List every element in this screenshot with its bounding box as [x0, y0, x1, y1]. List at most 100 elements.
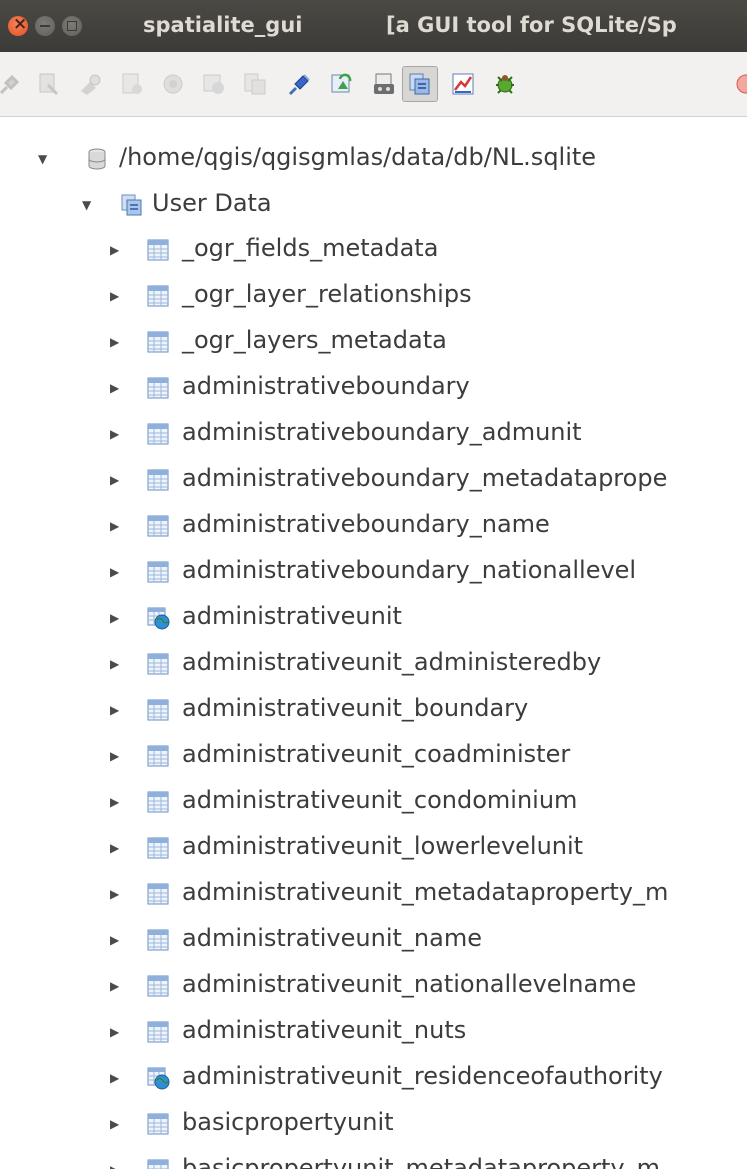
minimize-window-button[interactable] — [35, 16, 55, 36]
tree-item-label: _ogr_fields_metadata — [182, 234, 439, 262]
tree-item-label: _ogr_layers_metadata — [182, 326, 447, 354]
collapse-arrow-icon[interactable]: ▶ — [110, 290, 122, 302]
tree-item[interactable]: ▶ _ogr_layer_relationships — [0, 274, 747, 320]
save-icon — [374, 73, 394, 94]
tree-item[interactable]: ▶ administrativeunit — [0, 596, 747, 642]
collapse-arrow-icon[interactable]: ▶ — [110, 566, 122, 578]
tree-item-label: administrativeboundary_name — [182, 510, 550, 538]
geometry-table-icon — [147, 607, 170, 630]
collapse-arrow-icon[interactable]: ▶ — [110, 658, 122, 670]
title-bar: spatialite_gui [a GUI tool for SQLite/Sp — [0, 0, 747, 52]
collapse-arrow-icon[interactable]: ▶ — [110, 1026, 122, 1038]
tree-item[interactable]: ▶ basicpropertyunit_metadataproperty_m — [0, 1148, 747, 1169]
sql-script-button[interactable] — [114, 66, 150, 102]
table-icon — [147, 331, 169, 353]
table-icon — [147, 515, 169, 537]
geometry-table-icon — [147, 1067, 170, 1090]
memory-db-button[interactable] — [402, 66, 438, 102]
collapse-arrow-icon[interactable]: ▶ — [110, 520, 122, 532]
check-geometries-button[interactable] — [487, 66, 523, 102]
tree-item-label: administrativeboundary_metadataprope — [182, 464, 668, 492]
tree-item[interactable]: ▶ administrativeunit_metadataproperty_m — [0, 872, 747, 918]
query-table-composer-icon — [331, 73, 352, 93]
collapse-arrow-icon[interactable]: ▶ — [110, 750, 122, 762]
tree-item[interactable]: ▶ basicpropertyunit — [0, 1102, 747, 1148]
tree-item[interactable]: ▶ administrativeboundary_name — [0, 504, 747, 550]
tree-item[interactable]: ▶ administrativeboundary_metadataprope — [0, 458, 747, 504]
tree-root-node[interactable]: ▼ /home/qgis/qgisgmlas/data/db/NL.sqlite — [0, 137, 747, 183]
collapse-arrow-icon[interactable]: ▶ — [110, 428, 122, 440]
tree-item[interactable]: ▶ administrativeunit_administeredby — [0, 642, 747, 688]
tree-item[interactable]: ▶ _ogr_layers_metadata — [0, 320, 747, 366]
group-label: User Data — [152, 189, 272, 217]
table-icon — [147, 699, 169, 721]
expand-arrow-icon[interactable]: ▼ — [38, 153, 50, 165]
tree-item[interactable]: ▶ administrativeunit_boundary — [0, 688, 747, 734]
collapse-arrow-icon[interactable]: ▶ — [110, 888, 122, 900]
collapse-arrow-icon[interactable]: ▶ — [110, 1072, 122, 1084]
virtual-csv-icon — [244, 73, 266, 95]
maximize-window-button[interactable] — [62, 16, 82, 36]
collapse-arrow-icon[interactable]: ▶ — [110, 842, 122, 854]
main-toolbar — [0, 52, 747, 117]
vacuum-button[interactable] — [73, 66, 109, 102]
sql-script-icon — [122, 73, 142, 94]
charts-icon — [452, 73, 474, 95]
tree-item[interactable]: ▶ administrativeboundary_nationallevel — [0, 550, 747, 596]
collapse-arrow-icon[interactable]: ▶ — [110, 612, 122, 624]
table-icon — [147, 929, 169, 951]
virtual-csv-button[interactable] — [237, 66, 273, 102]
collapse-arrow-icon[interactable]: ▶ — [110, 980, 122, 992]
tree-item[interactable]: ▶ administrativeboundary_admunit — [0, 412, 747, 458]
collapse-arrow-icon[interactable]: ▶ — [110, 474, 122, 486]
tree-item[interactable]: ▶ administrativeunit_condominium — [0, 780, 747, 826]
tree-item[interactable]: ▶ administrativeunit_coadminister — [0, 734, 747, 780]
tree-item-label: administrativeunit_boundary — [182, 694, 529, 722]
expand-arrow-icon[interactable]: ▼ — [82, 199, 94, 211]
memory-db-icon — [409, 73, 430, 95]
tree-item-label: _ogr_layer_relationships — [182, 280, 472, 308]
collapse-arrow-icon[interactable]: ▶ — [110, 244, 122, 256]
tree-item[interactable]: ▶ administrativeunit_nationallevelname — [0, 964, 747, 1010]
disconnect-button[interactable] — [30, 66, 66, 102]
vacuum-icon — [81, 74, 101, 95]
tree-item[interactable]: ▶ administrativeunit_nuts — [0, 1010, 747, 1056]
attach-db-button[interactable] — [282, 66, 318, 102]
tree-item-label: basicpropertyunit — [182, 1108, 394, 1136]
table-icon — [147, 561, 169, 583]
collapse-arrow-icon[interactable]: ▶ — [110, 382, 122, 394]
collapse-arrow-icon[interactable]: ▶ — [110, 1118, 122, 1130]
table-icon — [147, 377, 169, 399]
connect-button[interactable] — [0, 66, 28, 102]
disconnect-icon — [39, 73, 59, 96]
charts-button[interactable] — [445, 66, 481, 102]
tree-item-label: administrativeunit_residenceofauthority — [182, 1062, 663, 1090]
collapse-arrow-icon[interactable]: ▶ — [110, 1164, 122, 1169]
tree-item-label: administrativeunit_condominium — [182, 786, 578, 814]
tree-item[interactable]: ▶ _ogr_fields_metadata — [0, 228, 747, 274]
table-icon — [147, 1113, 169, 1135]
save-button[interactable] — [366, 66, 402, 102]
table-icon — [147, 423, 169, 445]
table-icon — [147, 883, 169, 905]
tree-item[interactable]: ▶ administrativeunit_name — [0, 918, 747, 964]
tree-item[interactable]: ▶ administrativeboundary — [0, 366, 747, 412]
virtual-shapefile-button[interactable] — [196, 66, 232, 102]
query-table-composer-button[interactable] — [324, 66, 360, 102]
help-icon — [736, 74, 747, 94]
collapse-arrow-icon[interactable]: ▶ — [110, 934, 122, 946]
tree-item[interactable]: ▶ administrativeunit_residenceofauthority — [0, 1056, 747, 1102]
database-tree: ▼ /home/qgis/qgisgmlas/data/db/NL.sqlite… — [0, 118, 747, 1169]
tree-item[interactable]: ▶ administrativeunit_lowerlevelunit — [0, 826, 747, 872]
window-description: [a GUI tool for SQLite/Sp — [386, 13, 677, 37]
load-shapefile-button[interactable] — [155, 66, 191, 102]
check-geometries-icon — [496, 75, 514, 94]
table-icon — [147, 469, 169, 491]
help-button[interactable] — [728, 66, 747, 102]
table-icon — [147, 1159, 169, 1169]
close-window-button[interactable] — [8, 14, 28, 36]
tree-group-user-data[interactable]: ▼ User Data — [0, 183, 747, 229]
collapse-arrow-icon[interactable]: ▶ — [110, 336, 122, 348]
collapse-arrow-icon[interactable]: ▶ — [110, 704, 122, 716]
collapse-arrow-icon[interactable]: ▶ — [110, 796, 122, 808]
